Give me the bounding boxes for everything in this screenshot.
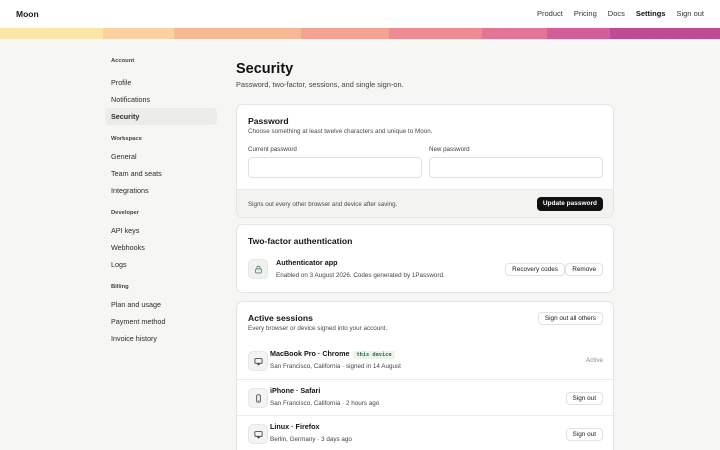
- sidebar-item-profile[interactable]: Profile: [105, 74, 217, 91]
- session-meta: San Francisco, California · 2 hours ago: [270, 400, 380, 407]
- sidebar-section-account: Account: [111, 58, 135, 64]
- sidebar-item-logs[interactable]: Logs: [105, 256, 217, 273]
- lock-icon: [248, 259, 268, 279]
- band-segment: [301, 28, 389, 39]
- sidebar-item-notifications[interactable]: Notifications: [105, 91, 217, 108]
- top-bar: Moon Product Pricing Docs Settings Sign …: [0, 0, 720, 28]
- session-meta: Berlin, Germany · 3 days ago: [270, 436, 352, 443]
- nav-sign-out[interactable]: Sign out: [676, 9, 704, 18]
- two-factor-title: Two-factor authentication: [248, 236, 353, 246]
- settings-sidebar: Account Profile Notifications Security W…: [105, 56, 217, 347]
- sessions-subtitle: Every browser or device signed into your…: [248, 325, 388, 332]
- session-row: iPhone · Safari San Francisco, Californi…: [237, 379, 613, 415]
- session-device-name: Linux · Firefox: [270, 422, 320, 431]
- nav-settings[interactable]: Settings: [636, 9, 666, 18]
- active-sessions-card: Active sessions Every browser or device …: [236, 301, 614, 450]
- band-segment: [389, 28, 482, 39]
- page-subtitle: Password, two-factor, sessions, and sing…: [236, 80, 404, 89]
- band-segment: [174, 28, 301, 39]
- two-factor-card: Two-factor authentication Authenticator …: [236, 224, 614, 293]
- sidebar-item-payment-method[interactable]: Payment method: [105, 313, 217, 330]
- sidebar-section-developer: Developer: [111, 210, 140, 216]
- phone-icon: [248, 388, 268, 408]
- sidebar-item-team-and-seats[interactable]: Team and seats: [105, 165, 217, 182]
- session-row: MacBook Pro · Chrome this device San Fran…: [237, 343, 613, 379]
- sidebar-item-security[interactable]: Security: [105, 108, 217, 125]
- sidebar-item-general[interactable]: General: [105, 148, 217, 165]
- password-footer-note: Signs out every other browser and device…: [248, 201, 398, 208]
- new-password-input[interactable]: [429, 157, 603, 178]
- session-device-name: iPhone · Safari: [270, 386, 321, 395]
- brand-logo[interactable]: Moon: [16, 9, 39, 19]
- monitor-icon: [248, 351, 268, 371]
- sidebar-section-workspace: Workspace: [111, 136, 142, 142]
- page-header: Security Password, two-factor, sessions,…: [236, 60, 614, 90]
- password-card-subtitle: Choose something at least twelve charact…: [248, 128, 433, 135]
- band-segment: [610, 28, 720, 39]
- sidebar-item-integrations[interactable]: Integrations: [105, 182, 217, 199]
- authenticator-app-name: Authenticator app: [276, 258, 338, 267]
- password-card-title: Password: [248, 116, 289, 126]
- nav-product[interactable]: Product: [537, 9, 563, 18]
- sidebar-item-webhooks[interactable]: Webhooks: [105, 239, 217, 256]
- sign-out-session-button[interactable]: Sign out: [565, 392, 603, 405]
- recovery-codes-button[interactable]: Recovery codes: [505, 263, 565, 276]
- session-device-label: MacBook Pro · Chrome: [270, 349, 350, 358]
- top-nav: Product Pricing Docs Settings Sign out: [537, 9, 704, 18]
- monitor-icon: [248, 424, 268, 444]
- sidebar-item-api-keys[interactable]: API keys: [105, 222, 217, 239]
- this-device-badge: this device: [353, 351, 395, 359]
- session-device-name: MacBook Pro · Chrome this device: [270, 349, 395, 359]
- band-segment: [103, 28, 174, 39]
- password-card: Password Choose something at least twelv…: [236, 104, 614, 218]
- session-row: Linux · Firefox Berlin, Germany · 3 days…: [237, 415, 613, 450]
- page-title: Security: [236, 61, 294, 77]
- nav-docs[interactable]: Docs: [608, 9, 625, 18]
- sidebar-section-billing: Billing: [111, 284, 129, 290]
- new-password-label: New password: [429, 146, 470, 153]
- current-password-label: Current password: [248, 146, 297, 153]
- sessions-title: Active sessions: [248, 313, 313, 323]
- authenticator-app-description: Enabled on 3 August 2026. Codes generate…: [276, 272, 445, 279]
- session-status: Active: [585, 357, 603, 364]
- sign-out-session-button[interactable]: Sign out: [565, 428, 603, 441]
- remove-authenticator-button[interactable]: Remove: [565, 263, 603, 276]
- nav-pricing[interactable]: Pricing: [574, 9, 597, 18]
- sign-out-all-others-button[interactable]: Sign out all others: [537, 312, 603, 325]
- band-segment: [547, 28, 610, 39]
- current-password-input[interactable]: [248, 157, 422, 178]
- session-meta: San Francisco, California · signed in 14…: [270, 363, 401, 370]
- band-segment: [482, 28, 547, 39]
- sidebar-item-invoice-history[interactable]: Invoice history: [105, 330, 217, 347]
- sidebar-item-plan-and-usage[interactable]: Plan and usage: [105, 296, 217, 313]
- update-password-button[interactable]: Update password: [536, 197, 603, 211]
- band-segment: [0, 28, 103, 39]
- password-card-footer: Signs out every other browser and device…: [237, 189, 613, 217]
- color-band: [0, 28, 720, 39]
